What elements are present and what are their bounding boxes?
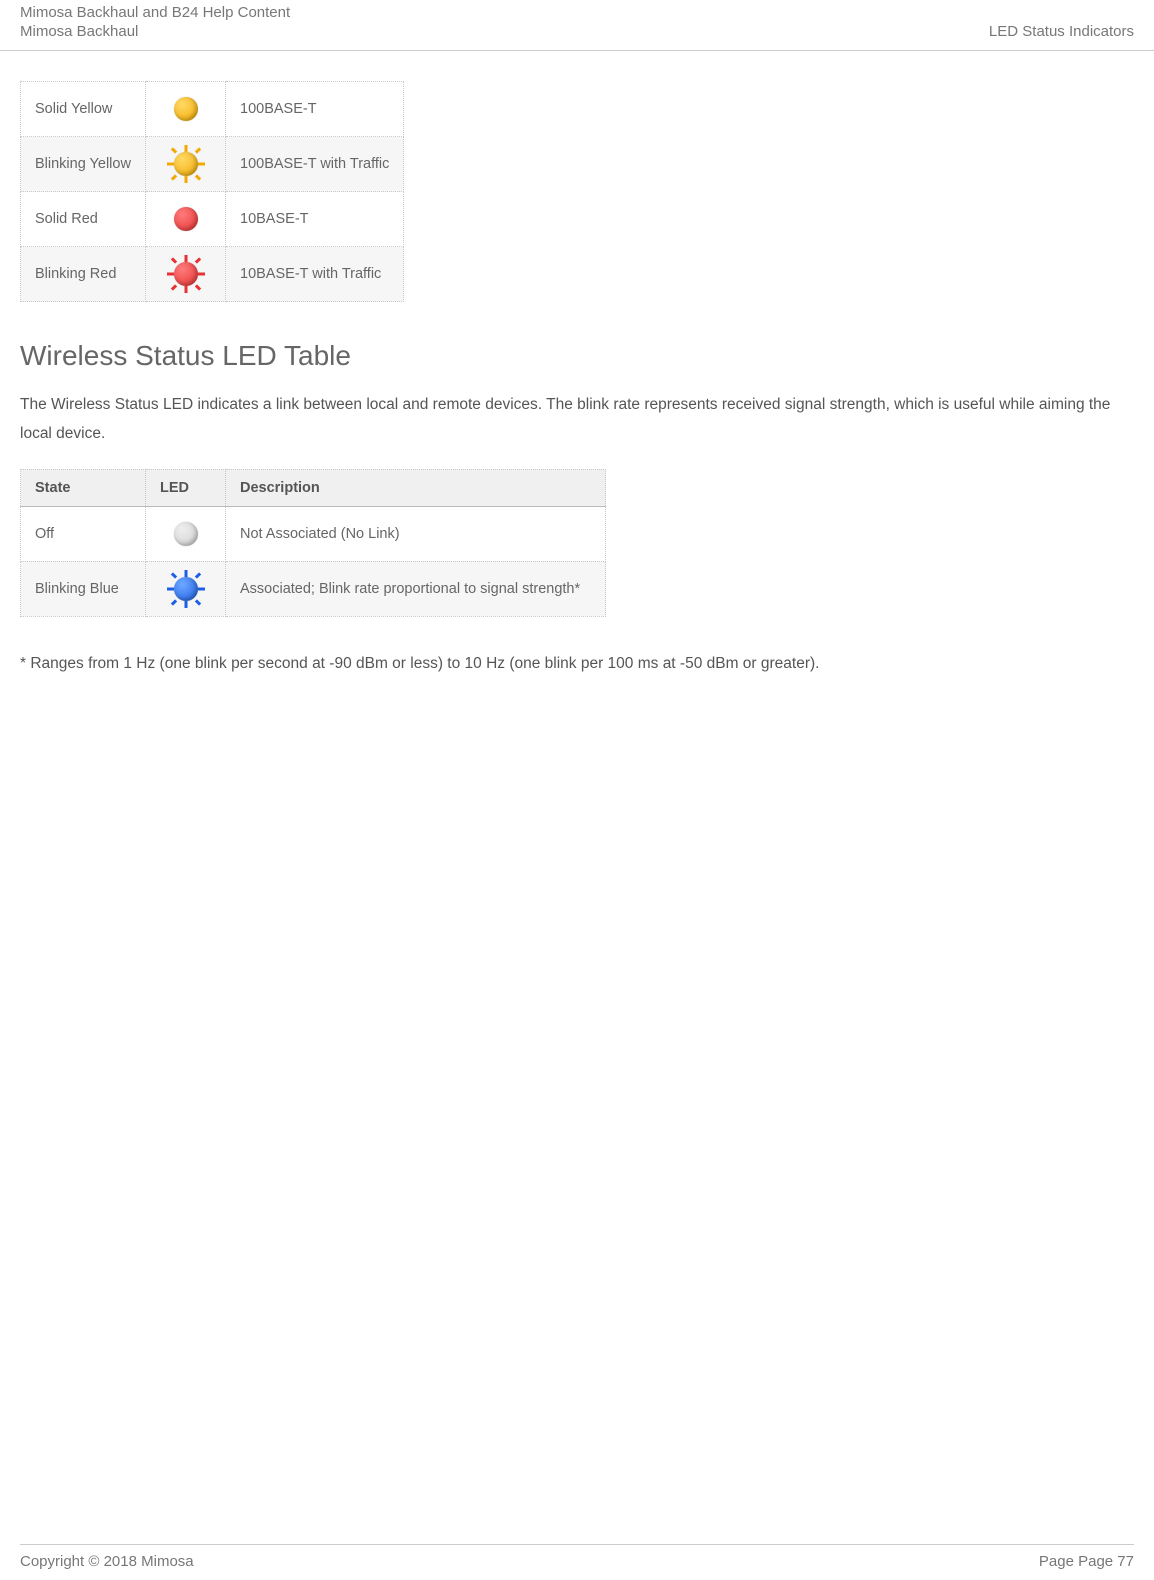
ray-icon xyxy=(170,147,176,153)
led-cell xyxy=(146,506,226,561)
ray-icon xyxy=(170,284,176,290)
page-header: Mimosa Backhaul and B24 Help Content Mim… xyxy=(0,0,1154,51)
led-dot xyxy=(174,577,198,601)
page-footer: Copyright © 2018 Mimosa Page Page 77 xyxy=(20,1544,1134,1570)
ray-icon xyxy=(194,174,200,180)
led-blinking-yellow-icon xyxy=(165,143,207,185)
wireless-led-table: State LED Description Off Not Associated… xyxy=(20,469,606,617)
led-dot xyxy=(174,522,198,546)
led-dot xyxy=(174,152,198,176)
ray-icon xyxy=(170,599,176,605)
led-cell xyxy=(146,137,226,192)
table-row: Solid Red 10BASE-T xyxy=(21,192,404,247)
ray-icon xyxy=(184,255,187,262)
led-blinking-blue-icon xyxy=(165,568,207,610)
led-dot xyxy=(174,207,198,231)
header-title-line2: Mimosa Backhaul xyxy=(20,23,290,40)
table-row: Blinking Red 10BASE-T with Traffic xyxy=(21,247,404,302)
desc-cell: 10BASE-T xyxy=(226,192,404,247)
ray-icon xyxy=(198,273,205,276)
state-cell: Blinking Red xyxy=(21,247,146,302)
ray-icon xyxy=(184,145,187,152)
desc-cell: 100BASE-T xyxy=(226,82,404,137)
state-cell: Solid Yellow xyxy=(21,82,146,137)
table-row: Off Not Associated (No Link) xyxy=(21,506,606,561)
led-blinking-red-icon xyxy=(165,253,207,295)
ray-icon xyxy=(194,147,200,153)
led-dot xyxy=(174,262,198,286)
state-cell: Solid Red xyxy=(21,192,146,247)
ray-icon xyxy=(170,572,176,578)
table-row: Blinking Blue Associated; Blink rat xyxy=(21,561,606,616)
ray-icon xyxy=(184,176,187,183)
page-content: Solid Yellow 100BASE-T Blinking Yellow xyxy=(0,51,1154,673)
ray-icon xyxy=(184,601,187,608)
ray-icon xyxy=(194,257,200,263)
led-cell xyxy=(146,561,226,616)
ray-icon xyxy=(194,572,200,578)
ray-icon xyxy=(167,587,174,590)
desc-cell: 100BASE-T with Traffic xyxy=(226,137,404,192)
footer-page-number: Page Page 77 xyxy=(1039,1553,1134,1570)
state-cell: Blinking Blue xyxy=(21,561,146,616)
wireless-section-title: Wireless Status LED Table xyxy=(20,340,1134,372)
ray-icon xyxy=(194,599,200,605)
table-row: Blinking Yellow 100BASE-T with Traf xyxy=(21,137,404,192)
led-cell xyxy=(146,247,226,302)
led-cell xyxy=(146,82,226,137)
header-left: Mimosa Backhaul and B24 Help Content Mim… xyxy=(20,4,290,40)
led-solid-yellow-icon xyxy=(165,88,207,130)
desc-cell: 10BASE-T with Traffic xyxy=(226,247,404,302)
state-cell: Blinking Yellow xyxy=(21,137,146,192)
ray-icon xyxy=(167,163,174,166)
led-cell xyxy=(146,192,226,247)
header-state: State xyxy=(21,469,146,506)
led-solid-red-icon xyxy=(165,198,207,240)
ray-icon xyxy=(170,174,176,180)
table-header-row: State LED Description xyxy=(21,469,606,506)
header-led: LED xyxy=(146,469,226,506)
table-row: Solid Yellow 100BASE-T xyxy=(21,82,404,137)
wireless-footnote: * Ranges from 1 Hz (one blink per second… xyxy=(20,655,1134,673)
ray-icon xyxy=(184,570,187,577)
led-off-gray-icon xyxy=(165,513,207,555)
state-cell: Off xyxy=(21,506,146,561)
desc-cell: Associated; Blink rate proportional to s… xyxy=(226,561,606,616)
desc-cell: Not Associated (No Link) xyxy=(226,506,606,561)
ray-icon xyxy=(184,286,187,293)
ethernet-led-table: Solid Yellow 100BASE-T Blinking Yellow xyxy=(20,81,404,302)
header-right: LED Status Indicators xyxy=(989,23,1134,40)
header-title-line1: Mimosa Backhaul and B24 Help Content xyxy=(20,4,290,21)
ray-icon xyxy=(170,257,176,263)
header-desc: Description xyxy=(226,469,606,506)
footer-copyright: Copyright © 2018 Mimosa xyxy=(20,1553,194,1570)
ray-icon xyxy=(198,163,205,166)
ray-icon xyxy=(167,273,174,276)
ray-icon xyxy=(194,284,200,290)
wireless-section-paragraph: The Wireless Status LED indicates a link… xyxy=(20,390,1134,449)
led-dot xyxy=(174,97,198,121)
ray-icon xyxy=(198,587,205,590)
